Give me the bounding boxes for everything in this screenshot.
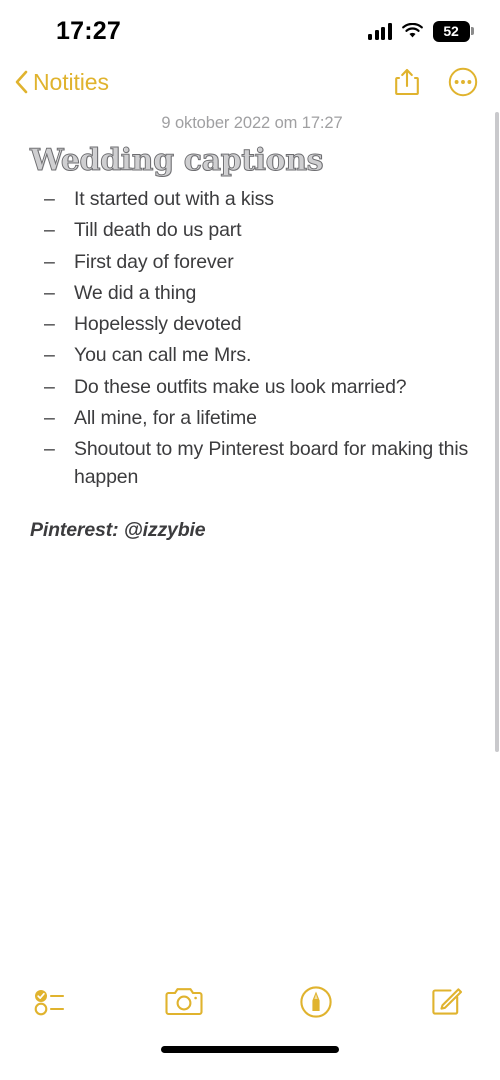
wifi-icon (401, 22, 423, 37)
note-title: Wedding captions (30, 143, 325, 178)
list-item-text: Do these outfits make us look married? (74, 375, 407, 398)
chevron-left-icon (15, 70, 28, 94)
compose-button[interactable] (416, 979, 478, 1025)
home-indicator-area (0, 1046, 500, 1080)
camera-button[interactable] (153, 980, 215, 1024)
list-bullet-dash: – (44, 406, 55, 429)
note-list-item: – Shoutout to my Pinterest board for maki… (44, 434, 476, 494)
list-item-text: It started out with a kiss (74, 188, 274, 211)
list-bullet-dash: – (44, 438, 55, 461)
scrollbar-thumb[interactable] (495, 112, 499, 752)
list-bullet-dash: – (44, 281, 55, 304)
checklist-button[interactable] (22, 981, 84, 1023)
note-list-item: – Do these outfits make us look married? (44, 371, 476, 402)
list-item-text: Shoutout to my Pinterest board for makin… (74, 438, 469, 489)
share-button[interactable] (394, 67, 420, 97)
list-bullet-dash: – (44, 250, 55, 273)
more-options-icon (448, 67, 478, 97)
list-item-text: First day of forever (74, 250, 234, 273)
note-signature: Pinterest: @izzybie (30, 519, 206, 542)
back-button[interactable]: Notities (10, 67, 113, 98)
list-bullet-dash: – (44, 313, 55, 336)
list-bullet-dash: – (44, 344, 55, 367)
scrollbar[interactable] (495, 112, 499, 752)
note-list-item: – You can call me Mrs. (44, 340, 476, 371)
share-icon (395, 68, 419, 96)
list-item-text: All mine, for a lifetime (74, 406, 257, 429)
notes-app-screen: 17:27 52 Notities 9 oktober 2022 om 17:2… (0, 0, 500, 1080)
markup-pen-icon (300, 986, 332, 1018)
battery-level-label: 52 (432, 20, 470, 42)
note-bullet-list: – It started out with a kiss – Till death d… (44, 184, 476, 494)
compose-icon (432, 988, 463, 1015)
note-list-item: – We did a thing (44, 277, 476, 308)
nav-actions (394, 67, 478, 97)
note-list-item: – First day of forever (44, 246, 476, 277)
more-options-button[interactable] (448, 67, 478, 97)
bottom-toolbar (0, 968, 500, 1046)
list-item-text: You can call me Mrs. (74, 344, 252, 367)
status-bar: 17:27 52 (0, 0, 500, 58)
cellular-signal-icon (368, 23, 392, 40)
camera-icon (165, 988, 203, 1016)
battery-icon: 52 (432, 20, 474, 42)
note-content-area[interactable]: 9 oktober 2022 om 17:27 Wedding captions… (0, 106, 500, 968)
list-bullet-dash: – (44, 188, 55, 211)
back-button-label: Notities (33, 68, 109, 95)
list-item-text: Till death do us part (74, 219, 242, 242)
status-time: 17:27 (56, 16, 121, 45)
note-list-item: – All mine, for a lifetime (44, 402, 476, 433)
status-indicators: 52 (368, 17, 474, 42)
note-date: 9 oktober 2022 om 17:27 (161, 114, 343, 132)
navigation-bar: Notities (0, 58, 500, 106)
list-bullet-dash: – (44, 219, 55, 242)
note-list-item: – Till death do us part (44, 215, 476, 246)
battery-tip (471, 27, 474, 35)
home-indicator[interactable] (161, 1046, 339, 1053)
markup-button[interactable] (285, 979, 347, 1025)
list-item-text: We did a thing (74, 281, 197, 304)
list-item-text: Hopelessly devoted (74, 313, 242, 336)
note-list-item: – Hopelessly devoted (44, 309, 476, 340)
note-list-item: – It started out with a kiss (44, 184, 476, 215)
list-bullet-dash: – (44, 375, 55, 398)
checklist-icon (34, 990, 65, 1016)
